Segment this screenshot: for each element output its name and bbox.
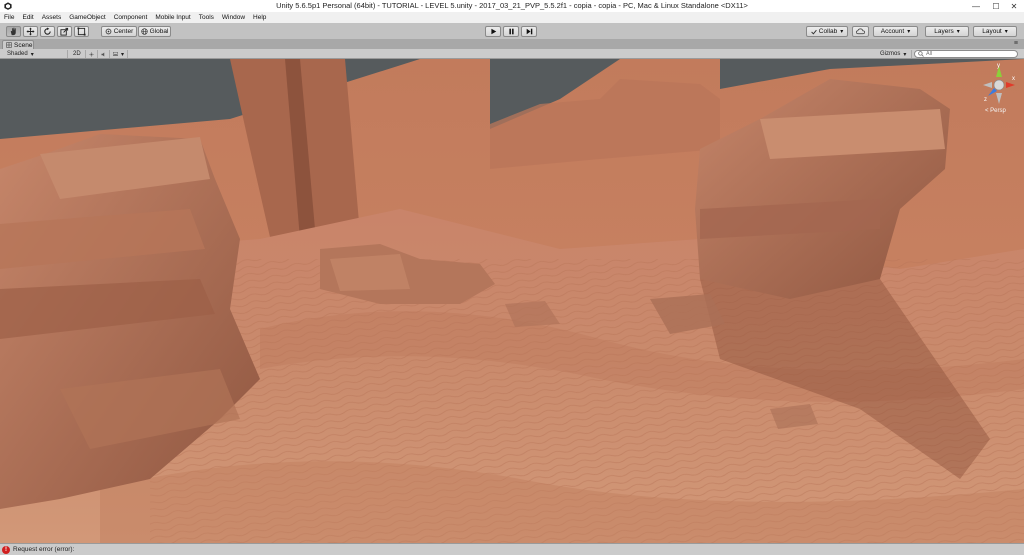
gizmo-x-label: x	[1012, 76, 1015, 82]
main-toolbar: Center Global Collab Account Layers	[0, 23, 1024, 39]
menu-gameobject[interactable]: GameObject	[69, 14, 106, 21]
window-title: Unity 5.6.5p1 Personal (64bit) - TUTORIA…	[276, 1, 748, 10]
shading-mode-dropdown[interactable]: Shaded	[4, 50, 68, 58]
projection-toggle-label[interactable]: < Persp	[985, 108, 1006, 114]
play-icon	[490, 28, 496, 35]
maximize-button[interactable]: ☐	[986, 0, 1006, 12]
step-icon	[526, 28, 532, 35]
space-toggle-button[interactable]: Global	[138, 26, 171, 37]
pivot-label: Center	[113, 28, 134, 35]
menu-assets[interactable]: Assets	[42, 14, 62, 21]
gizmos-dropdown[interactable]: Gizmos	[877, 50, 912, 58]
space-label: Global	[149, 28, 169, 35]
orientation-gizmo[interactable]: y x z	[980, 63, 1018, 113]
move-tool-button[interactable]	[23, 26, 38, 37]
lighting-toggle[interactable]	[86, 50, 98, 58]
scene-grid-icon	[6, 42, 12, 48]
close-button[interactable]: ✕	[1004, 0, 1024, 12]
scale-tool-button[interactable]	[57, 26, 72, 37]
menu-mobile-input[interactable]: Mobile Input	[155, 14, 190, 21]
scene-tab-strip: Scene ≡	[0, 39, 1024, 49]
rect-tool-button[interactable]	[74, 26, 89, 37]
error-icon: !	[2, 545, 10, 554]
gizmos-label: Gizmos	[880, 51, 901, 57]
scene-view-controls: Shaded 2D Gizmos All	[0, 49, 1024, 59]
tab-context-menu-icon[interactable]: ≡	[1014, 40, 1018, 47]
speaker-icon	[101, 52, 105, 56]
gizmo-x-axis-icon[interactable]	[1006, 82, 1015, 88]
move-arrows-icon	[26, 27, 35, 36]
menu-component[interactable]: Component	[114, 14, 148, 21]
gizmo-y-label: y	[997, 63, 1000, 69]
effects-image-icon	[113, 52, 118, 56]
account-dropdown[interactable]: Account	[873, 26, 918, 37]
layout-label: Layout	[982, 28, 1002, 35]
toggle-2d-button[interactable]: 2D	[70, 50, 86, 58]
menu-edit[interactable]: Edit	[22, 14, 33, 21]
pivot-icon	[105, 28, 112, 35]
globe-icon	[140, 28, 148, 35]
hand-tool-button[interactable]	[6, 26, 21, 37]
hand-icon	[10, 27, 16, 36]
scale-icon	[60, 27, 69, 36]
gizmo-z-axis-icon[interactable]	[988, 88, 997, 96]
effects-dropdown[interactable]	[110, 50, 128, 58]
status-bar[interactable]: ! Request error (error):	[0, 543, 1024, 555]
layout-dropdown[interactable]: Layout	[973, 26, 1017, 37]
scene-viewport[interactable]: y x z < Persp	[0, 59, 1024, 543]
audio-toggle[interactable]	[98, 50, 110, 58]
step-button[interactable]	[521, 26, 537, 37]
cloud-icon	[856, 28, 865, 35]
title-bar: Unity 5.6.5p1 Personal (64bit) - TUTORIA…	[0, 0, 1024, 12]
sun-icon	[89, 51, 94, 57]
scene-search-placeholder: All	[926, 51, 933, 57]
unity-editor-window: Unity 5.6.5p1 Personal (64bit) - TUTORIA…	[0, 0, 1024, 555]
scene-search-input[interactable]: All	[914, 50, 1018, 58]
collab-dropdown[interactable]: Collab	[806, 26, 848, 37]
collab-label: Collab	[818, 28, 838, 35]
menu-bar: File Edit Assets GameObject Component Mo…	[0, 12, 1024, 23]
menu-window[interactable]: Window	[222, 14, 245, 21]
search-icon	[918, 51, 924, 57]
gizmo-z-label: z	[984, 97, 987, 103]
status-message: Request error (error):	[13, 546, 75, 553]
tab-scene-label: Scene	[14, 41, 33, 49]
desert-scene-render[interactable]	[0, 59, 1024, 543]
account-label: Account	[880, 28, 905, 35]
pause-button[interactable]	[503, 26, 519, 37]
menu-tools[interactable]: Tools	[199, 14, 214, 21]
rotate-tool-button[interactable]	[40, 26, 55, 37]
minimize-button[interactable]: —	[966, 0, 986, 12]
menu-help[interactable]: Help	[253, 14, 266, 21]
play-button[interactable]	[485, 26, 501, 37]
collab-check-icon	[811, 29, 817, 35]
pause-icon	[508, 28, 514, 35]
layers-label: Layers	[934, 28, 954, 35]
rect-icon	[77, 27, 86, 36]
tab-scene[interactable]: Scene	[2, 40, 34, 49]
cloud-button[interactable]	[852, 26, 869, 37]
shading-mode-label: Shaded	[7, 51, 28, 57]
rotate-icon	[44, 27, 51, 35]
menu-file[interactable]: File	[4, 14, 14, 21]
layers-dropdown[interactable]: Layers	[925, 26, 969, 37]
pivot-toggle-button[interactable]: Center	[101, 26, 137, 37]
toggle-2d-label: 2D	[73, 51, 81, 57]
